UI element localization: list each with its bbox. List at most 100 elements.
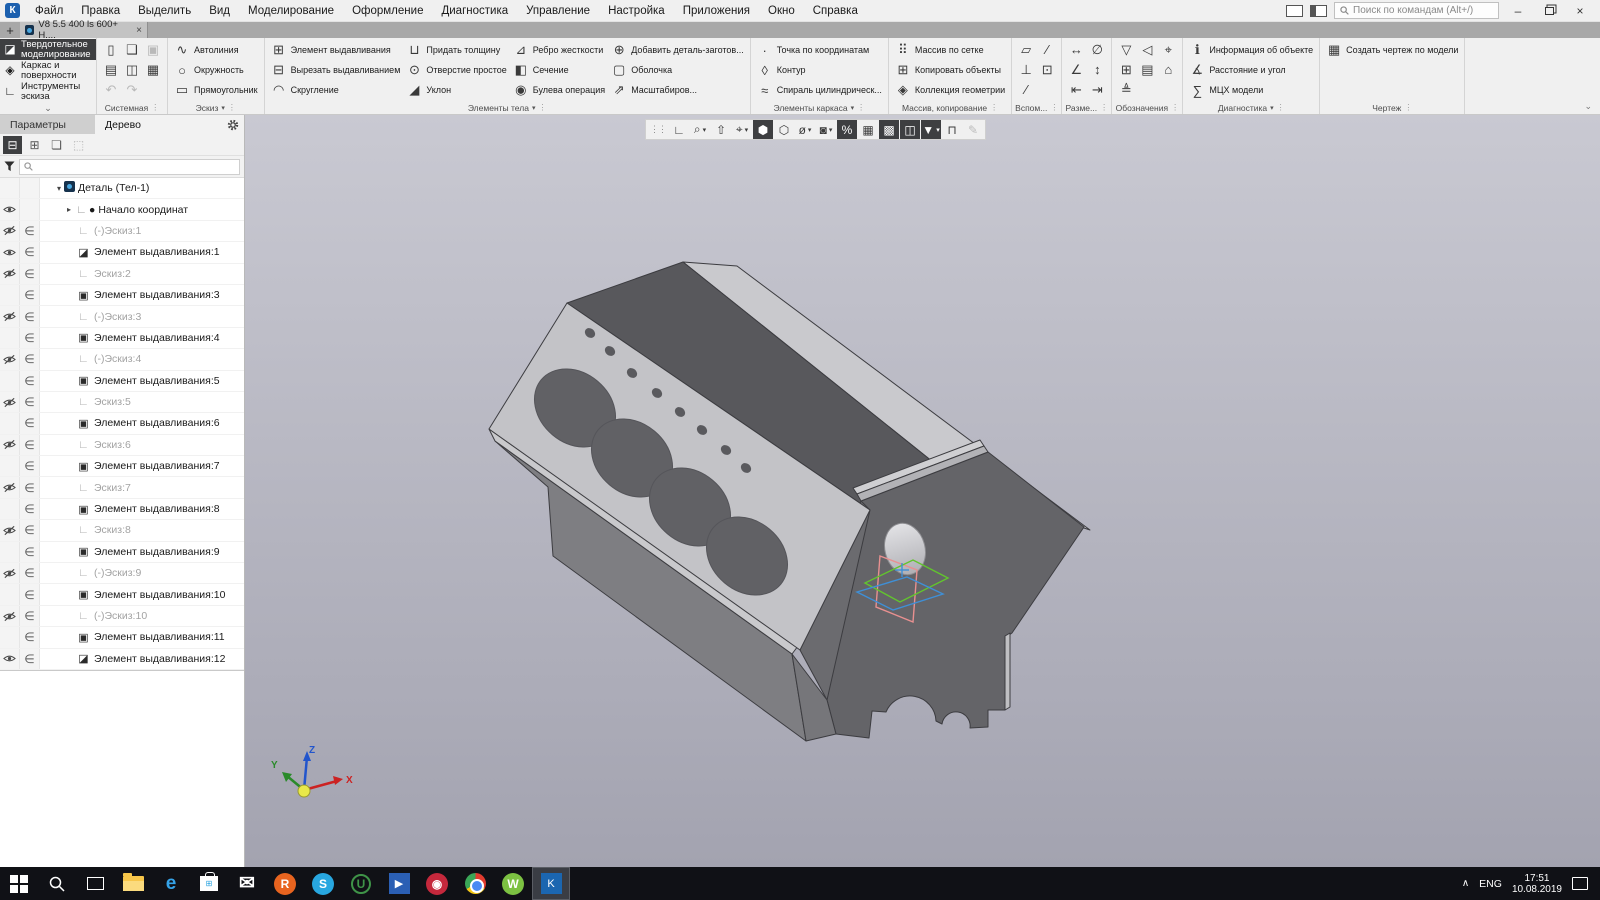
visibility-cell[interactable] xyxy=(0,606,20,626)
drawing-from-model-button[interactable]: ▦Создать чертеж по модели xyxy=(1324,40,1460,60)
close-button[interactable]: × xyxy=(1568,4,1592,18)
visibility-cell[interactable] xyxy=(0,242,20,262)
fillet-button[interactable]: ◠Скругление xyxy=(269,80,403,100)
dim-linear-icon[interactable]: ↔ xyxy=(1066,40,1086,59)
shaded-view-button[interactable]: ⬢ xyxy=(753,120,773,139)
eye-off-icon[interactable] xyxy=(3,311,16,322)
tree-row-Элемент выдавливания:1[interactable]: ∈◪Элемент выдавливания:1 xyxy=(0,242,244,263)
visibility-cell[interactable] xyxy=(0,435,20,455)
skype[interactable]: S xyxy=(304,867,342,900)
ribbon-collapse-button[interactable]: ⌄ xyxy=(1576,99,1600,114)
toolset-sketch-tools[interactable]: ∟Инструменты эскиза xyxy=(0,81,96,102)
tab-parameters[interactable]: Параметры xyxy=(0,115,95,134)
start-button[interactable] xyxy=(0,867,38,900)
note-base-icon[interactable]: ▽ xyxy=(1116,40,1136,59)
object-info-button[interactable]: ℹИнформация об объекте xyxy=(1187,40,1315,60)
clip-box-button[interactable]: ▦ xyxy=(858,120,878,139)
mail-app[interactable]: ✉ xyxy=(228,867,266,900)
visibility-cell[interactable] xyxy=(0,199,20,219)
tree-row-Элемент выдавливания:4[interactable]: ∈▣Элемент выдавливания:4 xyxy=(0,328,244,349)
visibility-cell[interactable] xyxy=(0,477,20,497)
tree-row-(-)Эскиз:9[interactable]: ∈∟(-)Эскиз:9 xyxy=(0,563,244,584)
dim-diameter-icon[interactable]: ∅ xyxy=(1087,40,1107,59)
expand-arrow-icon[interactable]: ▾ xyxy=(54,184,64,193)
note-frame-icon[interactable]: ⊞ xyxy=(1116,60,1136,79)
eye-off-icon[interactable] xyxy=(3,397,16,408)
section-cell[interactable]: ∈ xyxy=(20,627,40,647)
shell-button[interactable]: ▢Оболочка xyxy=(609,60,746,80)
restore-button[interactable] xyxy=(1537,4,1561,18)
redo-icon[interactable]: ↷ xyxy=(122,80,142,99)
menu-item-справка[interactable]: Справка xyxy=(804,2,867,20)
menu-item-файл[interactable]: Файл xyxy=(26,2,72,20)
tree-row-Элемент выдавливания:10[interactable]: ∈▣Элемент выдавливания:10 xyxy=(0,584,244,605)
save-doc-icon[interactable]: ▣ xyxy=(143,40,163,59)
eye-off-icon[interactable] xyxy=(3,525,16,536)
tree-row-Элемент выдавливания:3[interactable]: ∈▣Элемент выдавливания:3 xyxy=(0,285,244,306)
section-cell[interactable]: ∈ xyxy=(20,563,40,583)
visibility-cell[interactable] xyxy=(0,542,20,562)
menu-item-вид[interactable]: Вид xyxy=(200,2,239,20)
eye-icon[interactable] xyxy=(3,204,16,215)
notification-center-icon[interactable] xyxy=(1572,877,1588,890)
dim-angle-icon[interactable]: ∠ xyxy=(1066,60,1086,79)
create-sketch-button[interactable]: ∟ xyxy=(669,120,689,139)
dropdown-arrow-icon[interactable]: ▾ xyxy=(808,126,812,134)
tree-row-Элемент выдавливания:6[interactable]: ∈▣Элемент выдавливания:6 xyxy=(0,413,244,434)
visibility-cell[interactable] xyxy=(0,349,20,369)
tree-row-(-)Эскиз:10[interactable]: ∈∟(-)Эскиз:10 xyxy=(0,606,244,627)
note-mark-icon[interactable]: ▤ xyxy=(1137,60,1157,79)
add-stock-part-button[interactable]: ⊕Добавить деталь-заготов... xyxy=(609,40,746,60)
tree-search-input[interactable] xyxy=(19,159,240,175)
dropdown-arrow-icon[interactable]: ▾ xyxy=(703,126,707,134)
group-dropdown-icon[interactable]: ▾ xyxy=(532,104,536,112)
print-icon[interactable]: ▤ xyxy=(101,60,121,79)
minimize-button[interactable]: – xyxy=(1506,4,1530,18)
visibility-cell[interactable] xyxy=(0,627,20,647)
note-flag-icon[interactable]: ⌂ xyxy=(1158,60,1178,79)
undo-icon[interactable]: ↶ xyxy=(101,80,121,99)
section-cell[interactable]: ∈ xyxy=(20,264,40,284)
dim-from-icon[interactable]: ⇤ xyxy=(1066,80,1086,99)
tree-row-Деталь (Тел-1)[interactable]: ▾Деталь (Тел-1) xyxy=(0,178,244,199)
eye-off-icon[interactable] xyxy=(3,354,16,365)
visibility-cell[interactable] xyxy=(0,520,20,540)
menu-item-оформление[interactable]: Оформление xyxy=(343,2,432,20)
visibility-cell[interactable] xyxy=(0,649,20,669)
autoline-button[interactable]: ∿Автолиния xyxy=(172,40,260,60)
section-cell[interactable] xyxy=(20,199,40,219)
visibility-cell[interactable] xyxy=(0,285,20,305)
tray-chevron-icon[interactable]: ∧ xyxy=(1462,878,1469,889)
tree-structure-view-button[interactable]: ⊟ xyxy=(3,136,22,154)
menu-item-моделирование[interactable]: Моделирование xyxy=(239,2,343,20)
section-cell[interactable]: ∈ xyxy=(20,542,40,562)
eye-off-icon[interactable] xyxy=(3,568,16,579)
kompas-3d[interactable]: K xyxy=(532,867,570,900)
engine-block-model[interactable]: Z Y X xyxy=(245,115,1600,867)
task-view-button[interactable] xyxy=(76,867,114,900)
scale-button[interactable]: ⇗Масштабиров... xyxy=(609,80,746,100)
section-cell[interactable]: ∈ xyxy=(20,413,40,433)
visibility-cell[interactable] xyxy=(0,584,20,604)
viewport-3d[interactable]: Z Y X ⋮⋮∟⌕▾⇧⌖▾⬢⬡ø▾◙▾%▦▩◫▼▾⊓✎ xyxy=(245,115,1600,867)
file-explorer[interactable] xyxy=(114,867,152,900)
boolean-button[interactable]: ◉Булева операция xyxy=(511,80,607,100)
visibility-cell[interactable] xyxy=(0,264,20,284)
toolset-collapse-icon[interactable]: ⌄ xyxy=(0,103,96,114)
section-cell[interactable]: ∈ xyxy=(20,435,40,455)
hide-objects-button[interactable]: ø▾ xyxy=(795,120,815,139)
app-lime[interactable]: W xyxy=(494,867,532,900)
section-cell[interactable]: ∈ xyxy=(20,306,40,326)
cut-extrude-button[interactable]: ⊟Вырезать выдавливанием xyxy=(269,60,403,80)
dropdown-arrow-icon[interactable]: ▾ xyxy=(745,126,749,134)
toolset-solid-modeling[interactable]: ◪Твердотельное моделирование xyxy=(0,39,96,60)
tree-row-(-)Эскиз:3[interactable]: ∈∟(-)Эскиз:3 xyxy=(0,306,244,327)
section-cell[interactable]: ∈ xyxy=(20,221,40,241)
visibility-cell[interactable] xyxy=(0,456,20,476)
new-tab-button[interactable]: + xyxy=(0,22,20,38)
note-level-icon[interactable]: ≜ xyxy=(1116,80,1136,99)
search-button[interactable] xyxy=(38,867,76,900)
tree-row-Элемент выдавливания:7[interactable]: ∈▣Элемент выдавливания:7 xyxy=(0,456,244,477)
menu-item-выделить[interactable]: Выделить xyxy=(129,2,200,20)
section-cell[interactable]: ∈ xyxy=(20,499,40,519)
